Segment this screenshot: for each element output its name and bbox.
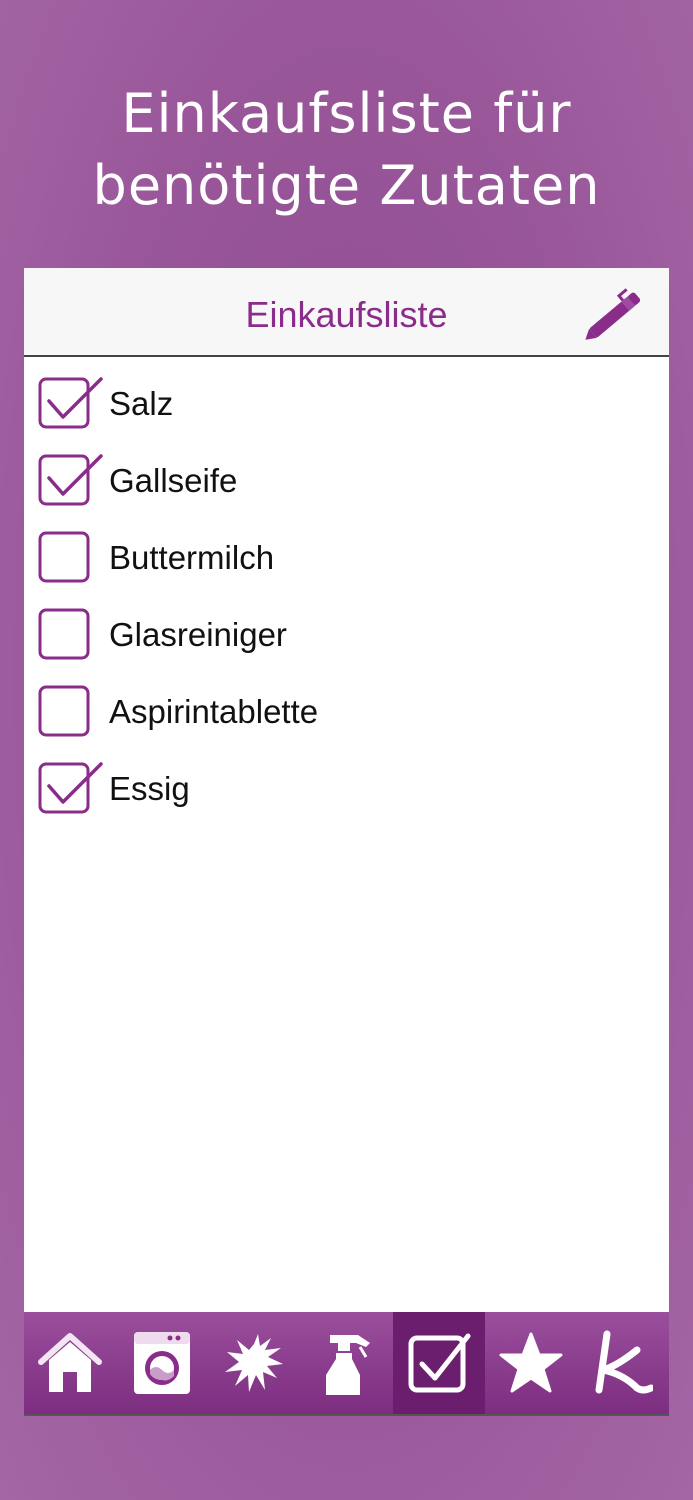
edit-list-button[interactable] bbox=[581, 282, 651, 346]
list-item-label: Essig bbox=[109, 770, 190, 807]
checklist-icon bbox=[408, 1333, 471, 1393]
tab-home[interactable] bbox=[24, 1312, 116, 1414]
checkbox-checked-icon[interactable] bbox=[37, 452, 105, 508]
list-item-label: Gallseife bbox=[109, 462, 238, 499]
list-item[interactable]: Glasreiniger bbox=[24, 589, 669, 666]
list-item-label: Glasreiniger bbox=[109, 616, 287, 653]
tab-bar bbox=[24, 1312, 669, 1416]
tab-washing[interactable] bbox=[116, 1312, 208, 1414]
checkbox-unchecked-icon[interactable] bbox=[37, 683, 105, 739]
list-item[interactable]: Aspirintablette bbox=[24, 666, 669, 743]
home-icon bbox=[38, 1333, 103, 1392]
tab-about[interactable] bbox=[577, 1312, 669, 1414]
pencil-icon bbox=[585, 288, 641, 340]
stain-splash-icon bbox=[225, 1334, 284, 1392]
shopping-list: Salz Gallseife Buttermilch Glasreiniger Aspi… bbox=[24, 358, 669, 820]
tab-favorites[interactable] bbox=[485, 1312, 577, 1414]
k-logo-icon bbox=[595, 1330, 653, 1394]
checkbox-checked-icon[interactable] bbox=[37, 375, 105, 431]
list-item[interactable]: Buttermilch bbox=[24, 512, 669, 589]
list-item-label: Aspirintablette bbox=[109, 693, 319, 730]
checkbox-unchecked-icon[interactable] bbox=[37, 529, 105, 585]
tab-stains[interactable] bbox=[208, 1312, 300, 1414]
checkbox-checked-icon[interactable] bbox=[37, 760, 105, 816]
star-icon bbox=[499, 1332, 563, 1393]
list-item[interactable]: Essig bbox=[24, 743, 669, 820]
list-item-label: Buttermilch bbox=[109, 539, 275, 576]
tab-shopping-list[interactable] bbox=[392, 1312, 485, 1414]
promo-headline: Einkaufsliste für benötigte Zutaten bbox=[0, 78, 693, 222]
promo-headline-line2: benötigte Zutaten bbox=[92, 154, 601, 217]
list-item[interactable]: Gallseife bbox=[24, 435, 669, 512]
list-item-label: Salz bbox=[109, 385, 174, 422]
checkbox-unchecked-icon[interactable] bbox=[37, 606, 105, 662]
tab-cleaning[interactable] bbox=[300, 1312, 392, 1414]
app-screen: Einkaufsliste Salz Gallseife Buttermilch Gl… bbox=[24, 268, 669, 1416]
navigation-bar: Einkaufsliste bbox=[24, 268, 669, 357]
washing-machine-icon bbox=[134, 1332, 191, 1394]
page-title: Einkaufsliste bbox=[245, 294, 448, 335]
promo-headline-line1: Einkaufsliste für bbox=[121, 82, 572, 145]
spray-bottle-icon bbox=[326, 1335, 371, 1395]
list-item[interactable]: Salz bbox=[24, 358, 669, 435]
